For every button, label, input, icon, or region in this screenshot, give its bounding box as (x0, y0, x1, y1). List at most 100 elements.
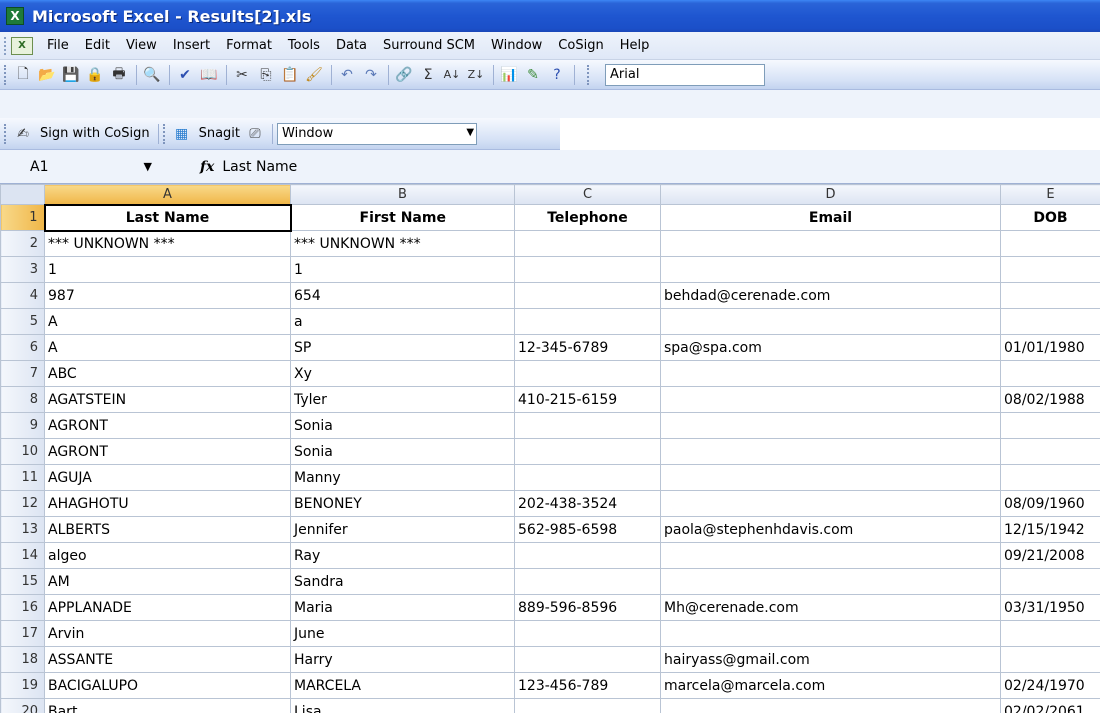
cell-e8[interactable]: 08/02/1988 (1000, 386, 1100, 413)
snagit-button[interactable]: Snagit (195, 126, 244, 141)
cell-e6[interactable]: 01/01/1980 (1000, 334, 1100, 361)
chart-wizard-icon[interactable]: 📊 (498, 64, 520, 86)
cell-a16[interactable]: APPLANADE (44, 594, 291, 621)
excel-app-icon[interactable]: X (6, 7, 24, 25)
cell-c17[interactable] (514, 620, 661, 647)
menu-format[interactable]: Format (218, 36, 280, 55)
print-icon[interactable]: 🖶 (108, 64, 130, 86)
sign-with-cosign-button[interactable]: Sign with CoSign (36, 126, 154, 141)
select-all-corner[interactable] (0, 184, 45, 205)
workbook-icon[interactable]: X (11, 36, 33, 55)
cell-e3[interactable] (1000, 256, 1100, 283)
cell-c5[interactable] (514, 308, 661, 335)
autosum-icon[interactable]: Σ (417, 64, 439, 86)
cell-e9[interactable] (1000, 412, 1100, 439)
menu-insert[interactable]: Insert (165, 36, 218, 55)
name-box[interactable]: A1 ▼ (10, 155, 160, 179)
row-header[interactable]: 14 (0, 542, 45, 569)
cell-d2[interactable] (660, 230, 1001, 257)
row-header[interactable]: 7 (0, 360, 45, 387)
row-header[interactable]: 8 (0, 386, 45, 413)
research-icon[interactable]: 📖 (198, 64, 220, 86)
cell-d13[interactable]: paola@stephenhdavis.com (660, 516, 1001, 543)
print-preview-icon[interactable]: 🔍 (141, 64, 163, 86)
cell-b13[interactable]: Jennifer (290, 516, 515, 543)
row-header[interactable]: 17 (0, 620, 45, 647)
cell-e15[interactable] (1000, 568, 1100, 595)
cell-a3[interactable]: 1 (44, 256, 291, 283)
row-header[interactable]: 6 (0, 334, 45, 361)
cell-d1[interactable]: Email (660, 204, 1001, 231)
cell-c13[interactable]: 562-985-6598 (514, 516, 661, 543)
cell-a11[interactable]: AGUJA (44, 464, 291, 491)
cell-a19[interactable]: BACIGALUPO (44, 672, 291, 699)
row-header[interactable]: 11 (0, 464, 45, 491)
cell-a4[interactable]: 987 (44, 282, 291, 309)
cell-e19[interactable]: 02/24/1970 (1000, 672, 1100, 699)
row-header[interactable]: 10 (0, 438, 45, 465)
column-header-d[interactable]: D (660, 184, 1001, 205)
new-icon[interactable]: 🗋 (12, 64, 34, 86)
cell-e7[interactable] (1000, 360, 1100, 387)
cell-e13[interactable]: 12/15/1942 (1000, 516, 1100, 543)
cell-a20[interactable]: Bart (44, 698, 291, 713)
cell-b14[interactable]: Ray (290, 542, 515, 569)
cell-e20[interactable]: 02/02/2061 (1000, 698, 1100, 713)
paste-icon[interactable]: 📋 (279, 64, 301, 86)
cell-b3[interactable]: 1 (290, 256, 515, 283)
insert-function-icon[interactable]: fx (200, 159, 214, 175)
cell-e17[interactable] (1000, 620, 1100, 647)
column-header-c[interactable]: C (514, 184, 661, 205)
cell-d6[interactable]: spa@spa.com (660, 334, 1001, 361)
cell-b1[interactable]: First Name (290, 204, 515, 231)
row-header[interactable]: 12 (0, 490, 45, 517)
menu-tools[interactable]: Tools (280, 36, 328, 55)
cell-d11[interactable] (660, 464, 1001, 491)
cell-b6[interactable]: SP (290, 334, 515, 361)
cell-c6[interactable]: 12-345-6789 (514, 334, 661, 361)
cell-c18[interactable] (514, 646, 661, 673)
cell-a18[interactable]: ASSANTE (44, 646, 291, 673)
cell-b12[interactable]: BENONEY (290, 490, 515, 517)
row-header[interactable]: 20 (0, 698, 45, 713)
cell-d8[interactable] (660, 386, 1001, 413)
cell-b10[interactable]: Sonia (290, 438, 515, 465)
format-painter-icon[interactable]: 🖌 (303, 64, 325, 86)
permission-icon[interactable]: 🔒 (84, 64, 106, 86)
cell-d12[interactable] (660, 490, 1001, 517)
cell-b16[interactable]: Maria (290, 594, 515, 621)
sort-ascending-icon[interactable]: A↓ (441, 64, 463, 86)
cell-d4[interactable]: behdad@cerenade.com (660, 282, 1001, 309)
menu-help[interactable]: Help (612, 36, 658, 55)
cut-icon[interactable]: ✂ (231, 64, 253, 86)
cell-c20[interactable] (514, 698, 661, 713)
row-header[interactable]: 16 (0, 594, 45, 621)
menu-edit[interactable]: Edit (77, 36, 118, 55)
cell-c2[interactable] (514, 230, 661, 257)
cell-d5[interactable] (660, 308, 1001, 335)
menu-window[interactable]: Window (483, 36, 550, 55)
row-header[interactable]: 5 (0, 308, 45, 335)
help-icon[interactable]: ? (546, 64, 568, 86)
column-header-a[interactable]: A (44, 184, 291, 205)
cell-b8[interactable]: Tyler (290, 386, 515, 413)
cell-b4[interactable]: 654 (290, 282, 515, 309)
redo-icon[interactable]: ↷ (360, 64, 382, 86)
cell-d15[interactable] (660, 568, 1001, 595)
cell-b15[interactable]: Sandra (290, 568, 515, 595)
cell-c4[interactable] (514, 282, 661, 309)
snagit-window-select[interactable]: Window ▼ (277, 122, 478, 145)
cell-c7[interactable] (514, 360, 661, 387)
column-header-e[interactable]: E (1000, 184, 1100, 205)
chevron-down-icon[interactable]: ▼ (144, 160, 152, 173)
menu-grip[interactable] (4, 36, 7, 55)
cell-a1[interactable]: Last Name (43, 203, 292, 232)
cell-a5[interactable]: A (44, 308, 291, 335)
cell-a6[interactable]: A (44, 334, 291, 361)
spelling-icon[interactable]: ✔ (174, 64, 196, 86)
cell-a2[interactable]: *** UNKNOWN *** (44, 230, 291, 257)
cell-c15[interactable] (514, 568, 661, 595)
cell-c19[interactable]: 123-456-789 (514, 672, 661, 699)
column-header-b[interactable]: B (290, 184, 515, 205)
row-header[interactable]: 4 (0, 282, 45, 309)
